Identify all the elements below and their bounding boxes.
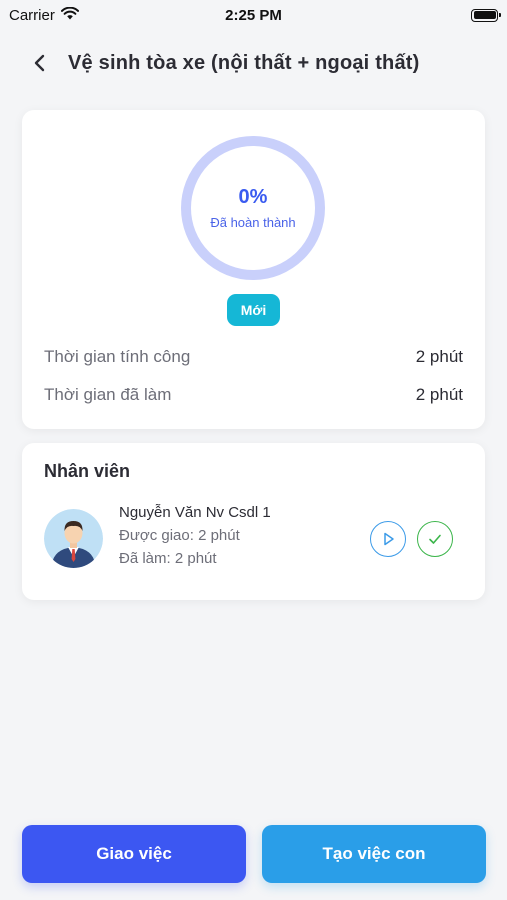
- complete-button[interactable]: [417, 521, 453, 557]
- info-value: 2 phút: [415, 347, 463, 366]
- battery-icon: [471, 8, 501, 22]
- info-row-done-time: Thời gian đã làm 2 phút: [44, 385, 463, 405]
- page-title: Vệ sinh tòa xe (nội thất + ngoại thất): [68, 51, 420, 74]
- staff-assigned: Được giao: 2 phút: [119, 527, 240, 544]
- staff-done: Đã làm: 2 phút: [119, 550, 217, 567]
- staff-name: Nguyễn Văn Nv Csdl 1: [119, 504, 271, 521]
- carrier-label: Carrier: [9, 6, 55, 24]
- info-value: 2 phút: [415, 385, 463, 404]
- staff-info: Nguyễn Văn Nv Csdl 1 Được giao: 2 phút Đ…: [119, 504, 271, 567]
- info-label: Thời gian tính công: [44, 347, 191, 366]
- chevron-left-icon: [34, 54, 45, 72]
- progress-card: 0% Đã hoàn thành Mới Thời gian tính công…: [22, 110, 485, 429]
- staff-card: Nhân viên Nguyễn Văn Nv Csdl 1 Được giao…: [22, 443, 485, 600]
- status-badge: Mới: [227, 294, 280, 326]
- header: Vệ sinh tòa xe (nội thất + ngoại thất): [0, 40, 507, 86]
- play-button[interactable]: [370, 521, 406, 557]
- back-button[interactable]: [20, 43, 60, 83]
- check-icon: [429, 534, 441, 544]
- progress-percent: 0%: [238, 186, 268, 208]
- info-label: Thời gian đã làm: [44, 385, 172, 404]
- info-row-work-time: Thời gian tính công 2 phút: [44, 347, 463, 367]
- avatar: [44, 509, 103, 568]
- status-bar: Carrier 2:25 PM: [0, 0, 507, 30]
- wifi-icon: [60, 6, 79, 24]
- progress-label: Đã hoàn thành: [210, 215, 296, 230]
- assign-task-button[interactable]: Giao việc: [22, 825, 246, 883]
- staff-heading: Nhân viên: [44, 461, 131, 481]
- create-subtask-button[interactable]: Tạo việc con: [262, 825, 486, 883]
- play-icon: [384, 532, 394, 546]
- progress-ring: 0% Đã hoàn thành: [179, 134, 327, 282]
